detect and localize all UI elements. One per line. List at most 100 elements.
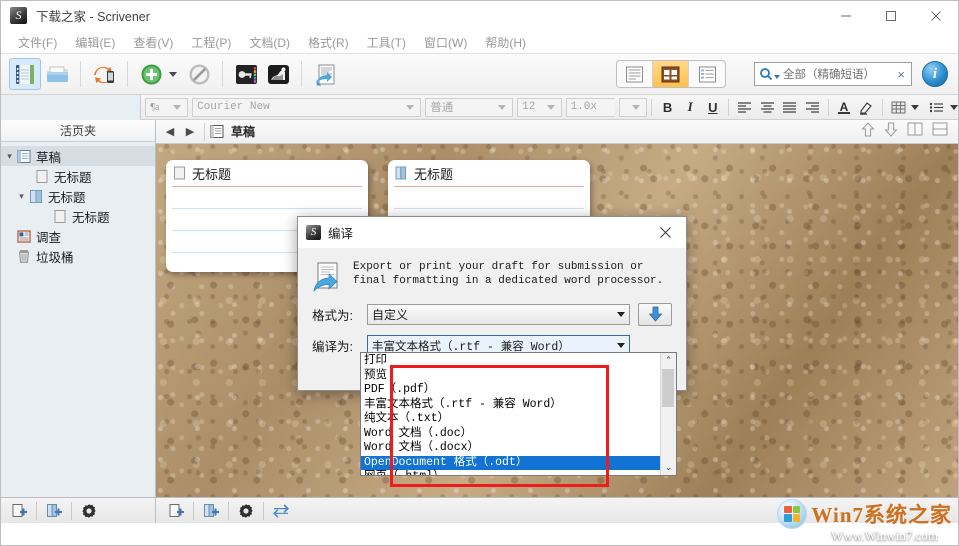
- binder-item-untitled-folder[interactable]: ▾ 无标题: [1, 186, 155, 206]
- view-corkboard-button[interactable]: [653, 61, 689, 87]
- split-horizontal-button[interactable]: [932, 122, 948, 141]
- align-left-button[interactable]: [733, 96, 756, 118]
- format-toolbar: ¶a Courier New 普通 12 1.0x B I U A: [1, 94, 958, 120]
- dropdown-option-rtf[interactable]: 丰富文本格式（.rtf - 兼容 Word）: [361, 398, 660, 413]
- swap-button[interactable]: [267, 500, 295, 522]
- chevron-down-icon[interactable]: [632, 104, 641, 110]
- menu-edit[interactable]: 编辑(E): [66, 32, 124, 53]
- chevron-down-icon[interactable]: [617, 343, 625, 348]
- new-folder-button[interactable]: [40, 500, 68, 522]
- dialog-title: 编译: [328, 226, 354, 241]
- chevron-down-icon[interactable]: [546, 104, 555, 110]
- font-style-select[interactable]: 普通: [425, 97, 514, 117]
- binder-tree: ▾ 草稿 无标题 ▾ 无标题 无标题 调查 垃圾桶: [1, 142, 155, 497]
- list-dropdown-caret[interactable]: [949, 104, 958, 110]
- add-button[interactable]: [135, 58, 167, 90]
- binder-item-untitled-1[interactable]: 无标题: [1, 166, 155, 186]
- nav-back-button[interactable]: ◀: [160, 125, 180, 138]
- binder-item-untitled-2[interactable]: 无标题: [1, 206, 155, 226]
- new-folder-button[interactable]: [197, 500, 225, 522]
- split-vertical-button[interactable]: [907, 122, 923, 141]
- highlight-button[interactable]: [855, 96, 878, 118]
- new-document-icon: [12, 503, 27, 517]
- font-size-select[interactable]: 12: [517, 97, 562, 117]
- move-down-button[interactable]: [884, 122, 898, 142]
- sync-button[interactable]: [88, 58, 120, 90]
- menu-tools[interactable]: 工具(T): [358, 32, 415, 53]
- dropdown-option-doc[interactable]: Word 文档（.doc）: [361, 427, 660, 442]
- dropdown-option-txt[interactable]: 纯文本（.txt）: [361, 412, 660, 427]
- format-as-select[interactable]: 自定义: [367, 304, 630, 325]
- paragraph-style-button[interactable]: ¶a: [145, 97, 189, 117]
- menu-view[interactable]: 查看(V): [124, 32, 182, 53]
- chevron-down-icon[interactable]: [173, 104, 182, 110]
- close-button[interactable]: [913, 1, 958, 31]
- dropdown-option-docx[interactable]: Word 文档（.docx）: [361, 441, 660, 456]
- minimize-button[interactable]: [823, 1, 868, 31]
- binder-settings-button[interactable]: [75, 500, 103, 522]
- nav-forward-button[interactable]: ▶: [180, 125, 200, 138]
- snapshot-button[interactable]: [262, 58, 294, 90]
- align-right-button[interactable]: [801, 96, 824, 118]
- compile-button[interactable]: [309, 58, 341, 90]
- no-entry-button[interactable]: [183, 58, 215, 90]
- scroll-down-icon[interactable]: ⌄: [665, 462, 673, 473]
- new-document-button[interactable]: [5, 500, 33, 522]
- keywords-button[interactable]: [230, 58, 262, 90]
- dropdown-option-pdf[interactable]: PDF（.pdf）: [361, 383, 660, 398]
- search-icon[interactable]: [759, 67, 773, 81]
- view-settings-button[interactable]: [232, 500, 260, 522]
- dropdown-option-preview[interactable]: 预览: [361, 369, 660, 384]
- binder-item-draft[interactable]: ▾ 草稿: [1, 146, 155, 166]
- add-dropdown-caret[interactable]: [169, 71, 177, 77]
- view-outline-button[interactable]: [689, 61, 725, 87]
- scroll-up-icon[interactable]: ⌃: [665, 355, 673, 366]
- collections-button[interactable]: [41, 58, 73, 90]
- text-color-button[interactable]: A: [833, 96, 856, 118]
- table-dropdown-caret[interactable]: [911, 104, 920, 110]
- align-justify-button[interactable]: [778, 96, 801, 118]
- chevron-down-icon[interactable]: [617, 312, 625, 317]
- chevron-down-icon[interactable]: ▾: [3, 151, 16, 162]
- chevron-down-icon[interactable]: ▾: [15, 191, 28, 202]
- dropdown-option-html[interactable]: 网页（.html）: [361, 470, 660, 475]
- underline-button[interactable]: U: [702, 96, 725, 118]
- binder-item-trash[interactable]: 垃圾桶: [1, 246, 155, 266]
- bold-button[interactable]: B: [656, 96, 679, 118]
- download-format-button[interactable]: [638, 303, 672, 326]
- logo-quadrant: [784, 514, 792, 522]
- move-up-button[interactable]: [861, 121, 875, 142]
- binder-item-research[interactable]: 调查: [1, 226, 155, 246]
- menu-file[interactable]: 文件(F): [9, 32, 66, 53]
- dropdown-option-odt[interactable]: OpenDocument 格式（.odt）: [361, 455, 660, 470]
- table-button[interactable]: [887, 96, 910, 118]
- search-input[interactable]: 全部（精确短语） ×: [754, 62, 912, 86]
- italic-button[interactable]: I: [679, 96, 702, 118]
- inspector-button[interactable]: i: [922, 61, 948, 87]
- search-clear-icon[interactable]: ×: [895, 67, 907, 82]
- compile-for-dropdown[interactable]: 打印 预览 PDF（.pdf） 丰富文本格式（.rtf - 兼容 Word） 纯…: [360, 352, 677, 476]
- menu-help[interactable]: 帮助(H): [476, 32, 535, 53]
- binder-toggle-button[interactable]: [9, 58, 41, 90]
- new-document-button[interactable]: [162, 500, 190, 522]
- menu-window[interactable]: 窗口(W): [415, 32, 476, 53]
- chevron-down-icon[interactable]: [498, 104, 507, 110]
- menu-document[interactable]: 文档(D): [240, 32, 299, 53]
- view-document-button[interactable]: [617, 61, 653, 87]
- line-spacing-select[interactable]: 1.0x: [565, 97, 616, 117]
- split-horizontal-icon: [932, 122, 948, 136]
- dropdown-option-print[interactable]: 打印: [361, 354, 660, 369]
- font-family-select[interactable]: Courier New: [192, 97, 422, 117]
- dialog-close-button[interactable]: [644, 217, 686, 248]
- chevron-down-icon[interactable]: [406, 104, 415, 110]
- menu-project[interactable]: 工程(P): [182, 32, 240, 53]
- list-button[interactable]: [925, 96, 948, 118]
- menu-format[interactable]: 格式(R): [299, 32, 358, 53]
- maximize-button[interactable]: [868, 1, 913, 31]
- line-spacing-caret-button[interactable]: [619, 97, 648, 117]
- search-scope-caret[interactable]: [774, 74, 780, 79]
- dropdown-scroll-thumb[interactable]: [662, 369, 674, 407]
- swap-arrows-icon: [273, 503, 289, 518]
- search-value[interactable]: 全部（精确短语）: [783, 66, 895, 82]
- align-center-button[interactable]: [756, 96, 779, 118]
